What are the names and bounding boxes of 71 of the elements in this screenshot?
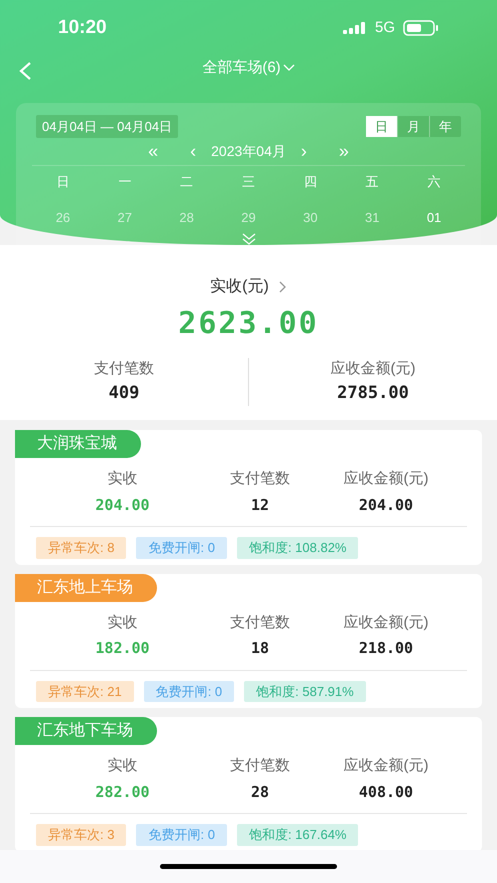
weekday-label: 四 [304, 173, 317, 191]
calendar-day[interactable]: 28 [179, 208, 194, 227]
stat-value: 182.00 [95, 638, 150, 659]
stat-label: 应收金额(元) [344, 612, 428, 632]
stat-value: 2785.00 [337, 382, 409, 404]
status-tag: 免费开闸: 0 [136, 824, 227, 846]
weekday-label: 一 [118, 173, 132, 191]
status-tag: 饱和度: 167.64% [236, 824, 358, 846]
stat-label: 实收 [108, 612, 138, 632]
lot-card[interactable]: 汇东地下车场 实收 282.00 支付笔数 28 应收金额(元) 408.00 异常车次: 3 免费开闸: 0 饱和度: 167.64% [15, 717, 482, 852]
stat-label: 实收 [108, 469, 138, 489]
lot-selector[interactable]: 全部车场(6) [202, 56, 295, 80]
status-tag: 饱和度: 587.91% [244, 680, 366, 702]
network-label: 5G [374, 18, 395, 38]
stat-value: 282.00 [95, 782, 150, 802]
stat-label: 支付笔数 [230, 756, 290, 776]
next-year-button[interactable]: » [334, 138, 354, 164]
lot-card[interactable]: 大润珠宝城 实收 204.00 支付笔数 12 应收金额(元) 204.00 异常车次: 8 免费开闸: 0 饱和度: 108.82% [15, 430, 482, 564]
lot-name: 大润珠宝城 [15, 430, 141, 458]
stat-label: 支付笔数 [230, 612, 290, 632]
stat-label: 应收金额(元) [344, 756, 428, 776]
status-tag: 异常车次: 21 [36, 680, 134, 702]
weekday-label: 六 [428, 173, 441, 191]
lot-name: 汇东地上车场 [15, 574, 157, 602]
month-label: 2023年04月 [211, 142, 286, 160]
battery-icon [403, 20, 439, 36]
weekday-label: 日 [56, 173, 70, 191]
weekday-label: 三 [242, 173, 255, 191]
signal-icon [342, 22, 367, 34]
calendar-day[interactable]: 31 [364, 208, 380, 227]
mode-tab[interactable]: 月 [397, 116, 429, 137]
stat-label: 应收金额(元) [330, 359, 416, 379]
lot-name: 汇东地下车场 [15, 717, 157, 745]
weekday-label: 二 [180, 173, 194, 191]
status-tag: 异常车次: 3 [36, 824, 126, 846]
back-icon[interactable] [18, 60, 32, 81]
weekday-label: 五 [366, 173, 379, 191]
status-time: 10:20 [58, 16, 107, 40]
summary-label: 实收(元) [210, 276, 269, 297]
chevron-right-icon[interactable] [278, 281, 287, 293]
calendar-day[interactable]: 26 [56, 208, 70, 227]
status-tag: 免费开闸: 0 [144, 680, 234, 702]
mode-tab[interactable]: 年 [429, 116, 461, 137]
mode-tab[interactable]: 日 [366, 116, 397, 137]
calendar-day[interactable]: 01 [426, 208, 442, 227]
stat-value: 218.00 [358, 638, 414, 659]
stat-value: 18 [250, 638, 270, 659]
caret-icon [282, 64, 295, 72]
summary-value: 2623.00 [178, 305, 319, 343]
stat-value: 204.00 [95, 494, 150, 516]
date-range[interactable]: 04月04日 — 04月04日 [36, 114, 178, 138]
stat-label: 实收 [108, 756, 138, 776]
status-tag: 饱和度: 108.82% [236, 537, 358, 558]
status-tag: 异常车次: 8 [36, 537, 126, 558]
stat-label: 应收金额(元) [344, 469, 428, 489]
stat-label: 支付笔数 [94, 359, 154, 379]
previous-year-button[interactable]: « [143, 138, 164, 164]
calendar-day[interactable]: 30 [303, 208, 318, 227]
stat-label: 支付笔数 [230, 469, 290, 489]
stat-value: 28 [250, 782, 270, 802]
lot-card[interactable]: 汇东地上车场 实收 182.00 支付笔数 18 应收金额(元) 218.00 异常车次: 21 免费开闸: 0 饱和度: 587.91% [15, 574, 482, 708]
calendar-day[interactable]: 29 [241, 208, 256, 227]
stat-value: 204.00 [358, 494, 414, 516]
stat-value: 408.00 [358, 782, 414, 802]
previous-month-button[interactable]: ‹ [183, 138, 204, 164]
expand-icon[interactable] [240, 233, 256, 245]
status-tag: 免费开闸: 0 [136, 537, 227, 558]
next-month-button[interactable]: › [294, 138, 314, 164]
stat-value: 409 [108, 382, 140, 404]
calendar-day[interactable]: 27 [118, 208, 132, 227]
stat-value: 12 [250, 494, 270, 516]
